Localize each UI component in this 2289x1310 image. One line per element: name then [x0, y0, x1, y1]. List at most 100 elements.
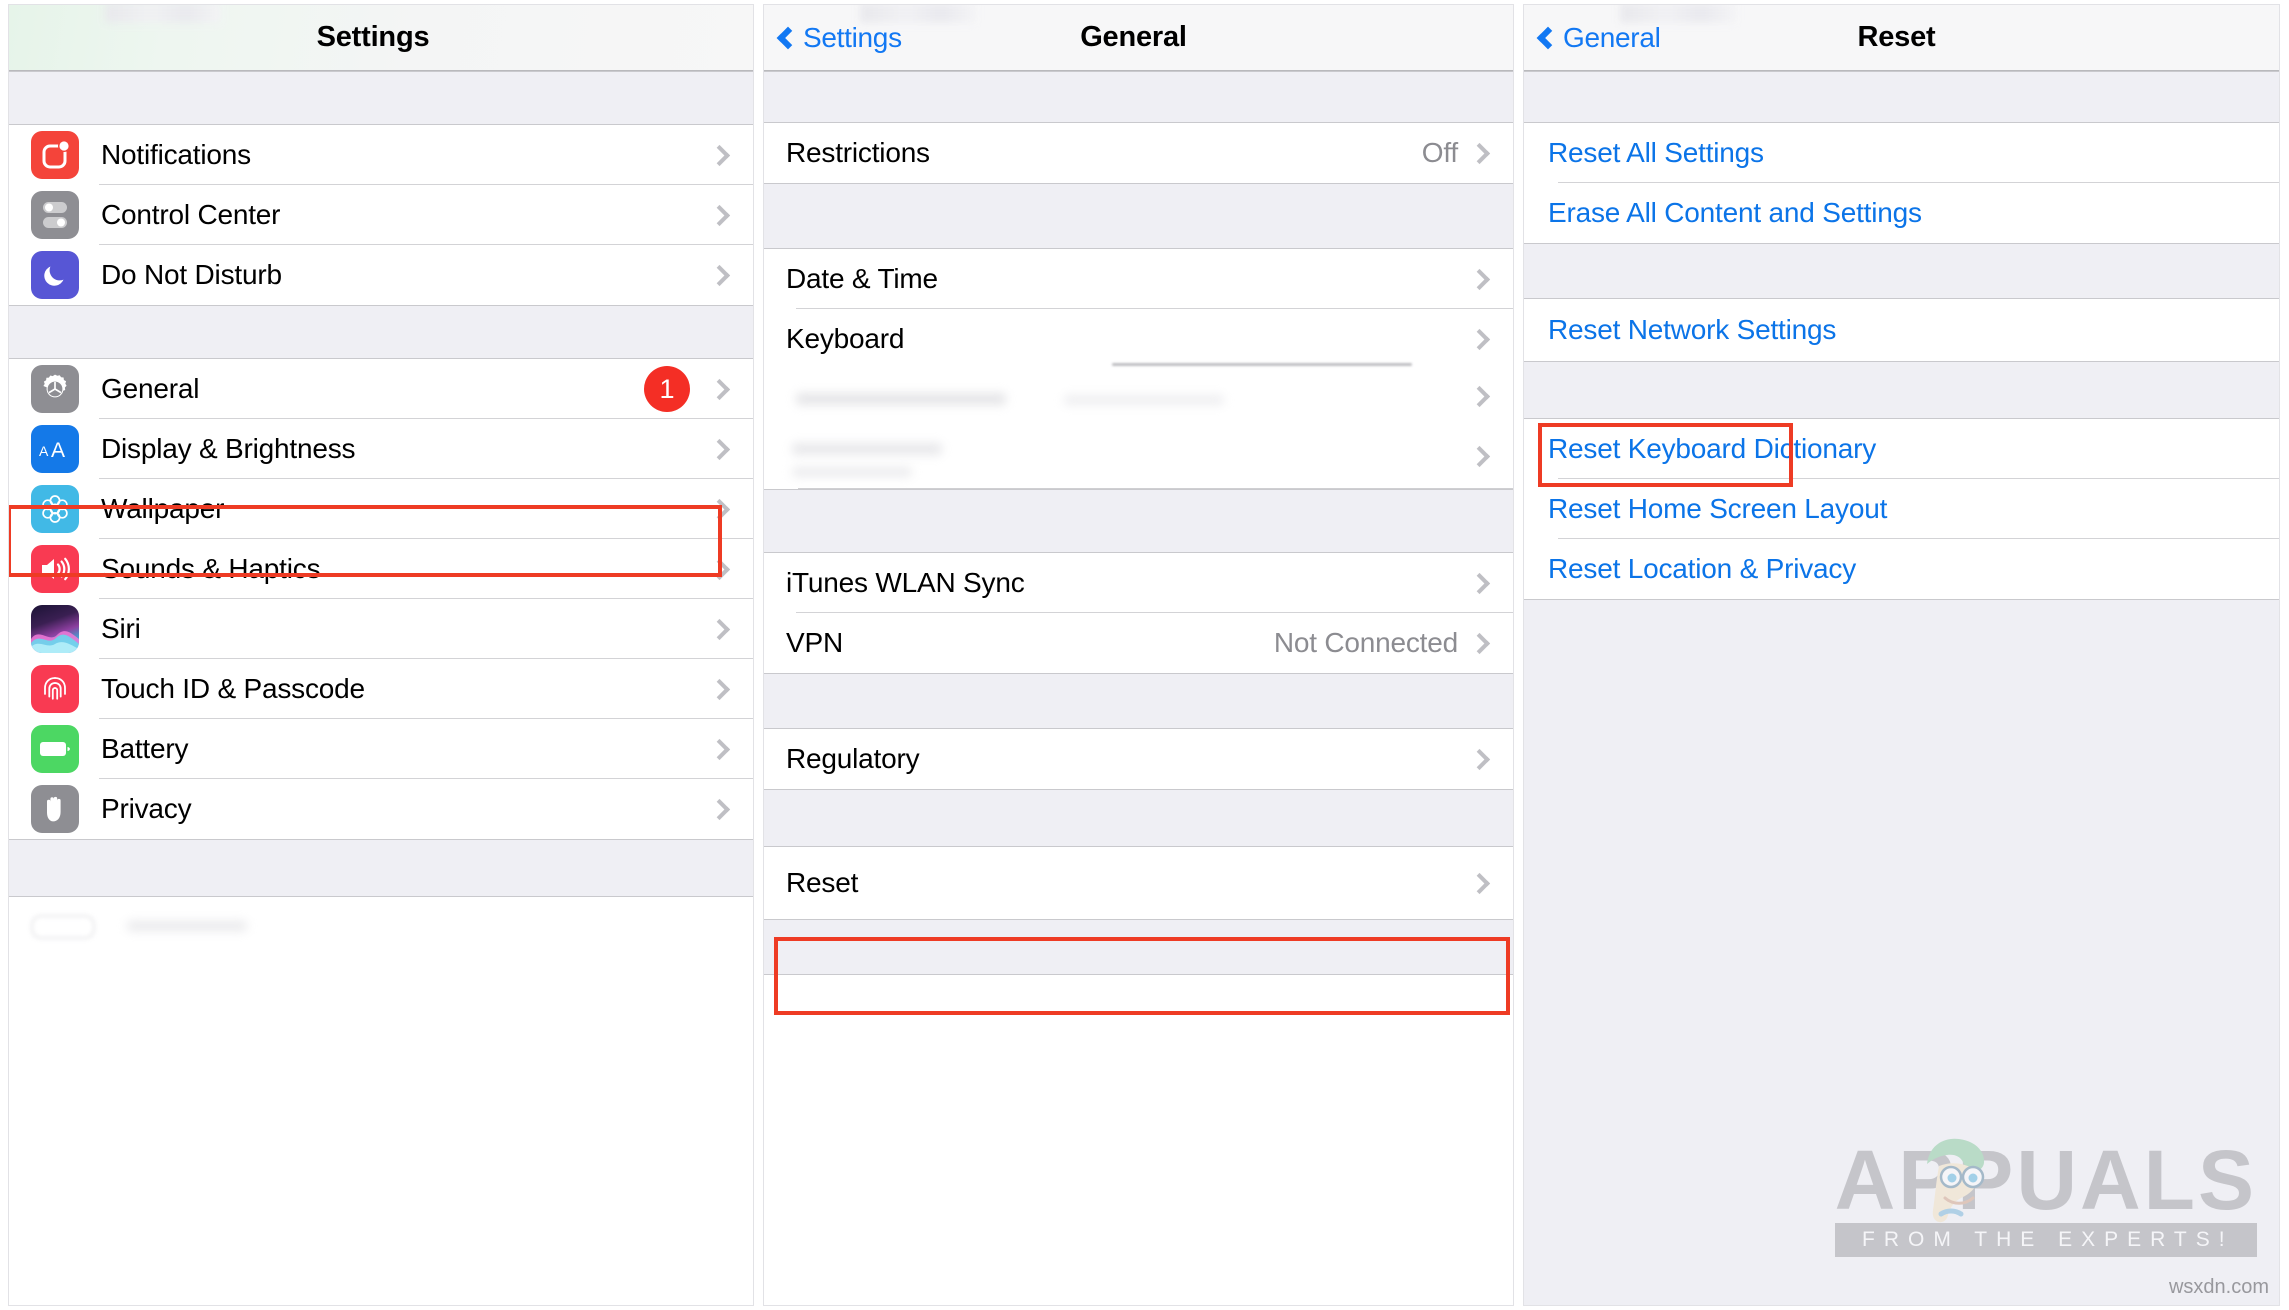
do-not-disturb-icon: [31, 251, 79, 299]
row-label: Reset Network Settings: [1548, 314, 1837, 345]
group-gap: [9, 305, 753, 359]
sidebar-item-label: Wallpaper: [101, 493, 225, 524]
chevron-left-icon: [1536, 26, 1560, 50]
general-row-reset[interactable]: Reset: [764, 847, 1513, 919]
touch-id-icon: [31, 665, 79, 713]
row-value: Off: [1421, 137, 1458, 168]
general-row-regulatory[interactable]: Regulatory: [764, 729, 1513, 789]
display-brightness-icon: A A: [31, 425, 79, 473]
sidebar-item-label: Control Center: [101, 199, 281, 230]
general-row-restrictions[interactable]: Restrictions Off: [764, 123, 1513, 183]
sidebar-item-label: Siri: [101, 613, 141, 644]
general-row-date-time[interactable]: Date & Time: [764, 249, 1513, 309]
row-label: Keyboard: [786, 323, 905, 354]
settings-navbar: Settings: [9, 5, 753, 71]
back-button-label: Settings: [803, 21, 902, 53]
chevron-right-icon: [1468, 572, 1491, 594]
chevron-right-icon: [1468, 142, 1491, 164]
chevron-right-icon: [1468, 268, 1491, 290]
chevron-right-icon: [708, 144, 731, 166]
sidebar-item-label: Display & Brightness: [101, 433, 356, 464]
row-label: iTunes WLAN Sync: [786, 567, 1025, 598]
chevron-right-icon: [1468, 872, 1491, 894]
reset-pane: General Reset Reset All Settings Erase A…: [1520, 0, 2286, 1310]
row-label: Reset Location & Privacy: [1548, 553, 1857, 584]
sidebar-item-touch-id-passcode[interactable]: Touch ID & Passcode: [9, 659, 753, 719]
chevron-left-icon: [776, 26, 800, 50]
row-label: Reset Keyboard Dictionary: [1548, 433, 1877, 464]
svg-text:A: A: [51, 439, 65, 462]
privacy-icon: [31, 785, 79, 833]
group-gap: [1524, 71, 2279, 123]
sidebar-item-control-center[interactable]: Control Center: [9, 185, 753, 245]
row-label: Erase All Content and Settings: [1548, 197, 1922, 228]
row-label: Reset Home Screen Layout: [1548, 493, 1888, 524]
row-label: Regulatory: [786, 743, 920, 774]
appuals-watermark: APPUALS FROM THE EXPERTS!: [1834, 1132, 2257, 1257]
row-label: Reset: [786, 867, 859, 898]
sounds-haptics-icon: [31, 545, 79, 593]
watermark-tagline: FROM THE EXPERTS!: [1834, 1223, 2257, 1257]
control-center-icon: [31, 191, 79, 239]
sidebar-item-do-not-disturb[interactable]: Do Not Disturb: [9, 245, 753, 305]
row-label: Date & Time: [786, 263, 938, 294]
chevron-right-icon: [1468, 385, 1491, 408]
battery-icon: [31, 725, 79, 773]
chevron-right-icon: [708, 498, 731, 520]
sidebar-item-display-brightness[interactable]: A A Display & Brightness: [9, 419, 753, 479]
reset-home-screen-layout-button[interactable]: Reset Home Screen Layout: [1524, 479, 2279, 539]
chevron-right-icon: [708, 378, 731, 400]
general-row-keyboard[interactable]: Keyboard: [764, 309, 1513, 369]
svg-text:A: A: [39, 443, 49, 459]
general-row-vpn[interactable]: VPN Not Connected: [764, 613, 1513, 673]
partial-row-cutoff: [9, 897, 753, 947]
sidebar-item-label: Privacy: [101, 793, 192, 824]
wallpaper-icon: [31, 485, 79, 533]
chevron-right-icon: [708, 204, 731, 226]
sidebar-item-battery[interactable]: Battery: [9, 719, 753, 779]
chevron-right-icon: [1468, 632, 1491, 654]
group-gap: [764, 489, 1513, 553]
watermark-mascot-icon: [1926, 1138, 1984, 1222]
group-gap: [764, 789, 1513, 847]
page-title: Settings: [316, 21, 430, 53]
sidebar-item-label: General: [101, 373, 200, 404]
group-gap: [764, 183, 1513, 249]
sidebar-item-label: Touch ID & Passcode: [101, 673, 365, 704]
watermark-brand: APPUALS: [1834, 1132, 2257, 1227]
chevron-right-icon: [708, 618, 731, 640]
reset-navbar: General Reset: [1524, 5, 2279, 71]
sidebar-item-siri[interactable]: Siri: [9, 599, 753, 659]
group-gap: [764, 71, 1513, 123]
reset-all-settings-button[interactable]: Reset All Settings: [1524, 123, 2279, 183]
back-to-settings-button[interactable]: Settings: [764, 22, 902, 54]
group-gap: [1524, 243, 2279, 299]
sidebar-item-notifications[interactable]: Notifications: [9, 125, 753, 185]
general-row-redacted-1[interactable]: [764, 363, 1513, 427]
general-row-itunes-wlan-sync[interactable]: iTunes WLAN Sync: [764, 553, 1513, 613]
siri-icon: [31, 605, 79, 653]
reset-location-privacy-button[interactable]: Reset Location & Privacy: [1524, 539, 2279, 599]
general-navbar: Settings General: [764, 5, 1513, 71]
sidebar-item-general[interactable]: General 1: [9, 359, 753, 419]
reset-network-settings-button[interactable]: Reset Network Settings: [1524, 299, 2279, 361]
group-gap: [764, 673, 1513, 729]
back-to-general-button[interactable]: General: [1524, 22, 1661, 54]
sidebar-item-label: Battery: [101, 733, 189, 764]
sidebar-item-sounds-haptics[interactable]: Sounds & Haptics: [9, 539, 753, 599]
group-gap: [9, 71, 753, 125]
chevron-right-icon: [708, 678, 731, 700]
notifications-icon: [31, 131, 79, 179]
erase-all-content-and-settings-button[interactable]: Erase All Content and Settings: [1524, 183, 2279, 243]
reset-keyboard-dictionary-button[interactable]: Reset Keyboard Dictionary: [1524, 419, 2279, 479]
chevron-right-icon: [708, 438, 731, 460]
group-gap: [9, 839, 753, 897]
sidebar-item-label: Notifications: [101, 139, 251, 170]
general-pane: Settings General Restrictions Off Date &…: [760, 0, 1520, 1310]
general-row-redacted-2[interactable]: [764, 427, 1513, 489]
sidebar-item-privacy[interactable]: Privacy: [9, 779, 753, 839]
chevron-right-icon: [708, 558, 731, 580]
sidebar-item-wallpaper[interactable]: Wallpaper: [9, 479, 753, 539]
row-label: Reset All Settings: [1548, 137, 1764, 168]
row-value: Not Connected: [1273, 627, 1458, 658]
